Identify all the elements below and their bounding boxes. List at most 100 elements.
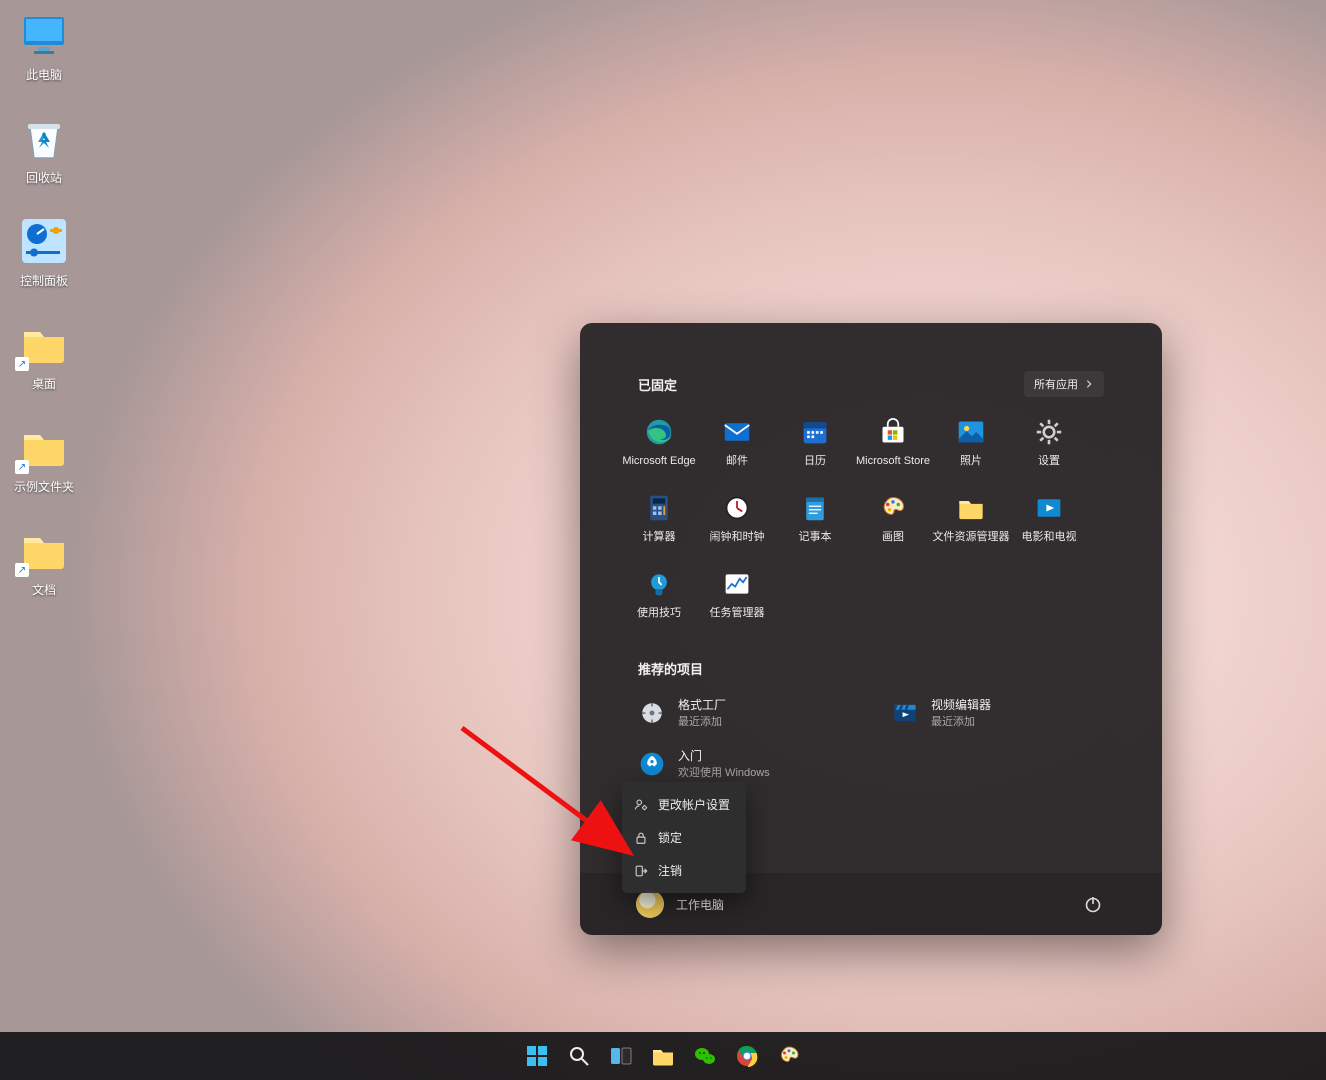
photos-icon: [956, 417, 986, 447]
movies-icon: [1034, 493, 1064, 523]
pinned-app-mail[interactable]: 邮件: [698, 417, 776, 467]
pinned-app-notepad[interactable]: 记事本: [776, 493, 854, 543]
desktop-icon-recycle-bin[interactable]: 回收站: [4, 113, 84, 186]
gear-icon: [1034, 417, 1064, 447]
user-name: 工作电脑: [676, 896, 724, 913]
desktop-icon-label: 文档: [32, 581, 56, 598]
desktop-icon-label: 控制面板: [20, 272, 68, 289]
lock-icon: [634, 831, 648, 845]
desktop-icon-desktop-fold[interactable]: ↗ 桌面: [4, 319, 84, 392]
edge-icon: [644, 417, 674, 447]
pinned-app-label: 邮件: [726, 455, 748, 467]
pinned-app-label: 任务管理器: [710, 607, 765, 619]
pinned-app-label: 计算器: [643, 531, 676, 543]
notepad-icon: [800, 493, 830, 523]
desktop-icon-label: 桌面: [32, 375, 56, 392]
chevron-right-icon: [1084, 379, 1094, 389]
pinned-app-settings[interactable]: 设置: [1010, 417, 1088, 467]
taskmgr-icon: [722, 569, 752, 599]
pinned-app-paint[interactable]: 画图: [854, 493, 932, 543]
taskview-icon: [609, 1044, 633, 1068]
taskbar-explorer-button[interactable]: [648, 1041, 678, 1071]
user-avatar-icon: [636, 890, 664, 918]
power-button[interactable]: [1080, 891, 1106, 917]
desktop-icon-docs-fold[interactable]: ↗ 文档: [4, 525, 84, 598]
chrome-icon: [735, 1044, 759, 1068]
pinned-app-tips[interactable]: 使用技巧: [620, 569, 698, 619]
pinned-app-explorer[interactable]: 文件资源管理器: [932, 493, 1010, 543]
paint-icon: [878, 493, 908, 523]
shortcut-overlay-icon: ↗: [15, 563, 29, 577]
pinned-app-label: 照片: [960, 455, 982, 467]
pinned-app-label: 设置: [1038, 455, 1060, 467]
desktop-icon-this-pc[interactable]: 此电脑: [4, 10, 84, 83]
controlpanel-icon: [17, 216, 71, 266]
pinned-app-label: Microsoft Edge: [622, 455, 695, 467]
pinned-app-label: 电影和电视: [1022, 531, 1077, 543]
folder-icon: ↗: [17, 319, 71, 369]
pinned-app-label: 画图: [882, 531, 904, 543]
recommended-name: 格式工厂: [678, 696, 726, 713]
recommended-item-formatfactory[interactable]: 格式工厂 最近添加: [638, 696, 851, 729]
pinned-app-label: Microsoft Store: [856, 455, 930, 467]
menu-lock[interactable]: 锁定: [622, 821, 746, 854]
pinned-app-label: 记事本: [799, 531, 832, 543]
recyclebin-icon: [17, 113, 71, 163]
pinned-app-calc[interactable]: 计算器: [620, 493, 698, 543]
recommended-grid: 格式工厂 最近添加 视频编辑器 最近添加 入门 欢迎使用 Windows: [638, 696, 1104, 780]
taskbar-start-button[interactable]: [522, 1041, 552, 1071]
sign-out-icon: [634, 864, 648, 878]
desktop-icon-label: 回收站: [26, 169, 62, 186]
recommended-sub: 最近添加: [678, 713, 726, 729]
user-account-button[interactable]: 工作电脑: [636, 890, 724, 918]
pinned-app-photos[interactable]: 照片: [932, 417, 1010, 467]
gear-cd-icon: [638, 699, 666, 727]
desktop-icon-label: 示例文件夹: [14, 478, 74, 495]
shortcut-overlay-icon: ↗: [15, 357, 29, 371]
recommended-name: 入门: [678, 747, 770, 764]
clapper-icon: [891, 699, 919, 727]
pinned-app-calendar[interactable]: 日历: [776, 417, 854, 467]
taskbar-search-button[interactable]: [564, 1041, 594, 1071]
taskbar: [0, 1032, 1326, 1080]
rocket-icon: [638, 750, 666, 778]
folder-icon: [651, 1044, 675, 1068]
pinned-app-movies[interactable]: 电影和电视: [1010, 493, 1088, 543]
winlogo-icon: [525, 1044, 549, 1068]
wechat-icon: [693, 1044, 717, 1068]
desktop-icon-sample-fold[interactable]: ↗ 示例文件夹: [4, 422, 84, 495]
store-icon: [878, 417, 908, 447]
pinned-app-label: 闹钟和时钟: [710, 531, 765, 543]
magnify-icon: [567, 1044, 591, 1068]
user-account-menu: 更改帐户设置 锁定 注销: [622, 782, 746, 893]
pinned-title: 已固定: [638, 375, 677, 394]
bulb-icon: [644, 569, 674, 599]
pinned-app-clock[interactable]: 闹钟和时钟: [698, 493, 776, 543]
recommended-item-videoeditor[interactable]: 视频编辑器 最近添加: [891, 696, 1104, 729]
recommended-sub: 最近添加: [931, 713, 991, 729]
pinned-app-taskmgr[interactable]: 任务管理器: [698, 569, 776, 619]
desktop-icon-control-panel[interactable]: 控制面板: [4, 216, 84, 289]
taskbar-wechat-button[interactable]: [690, 1041, 720, 1071]
recommended-item-getstarted[interactable]: 入门 欢迎使用 Windows: [638, 747, 851, 780]
paint-icon: [777, 1044, 801, 1068]
clock-icon: [722, 493, 752, 523]
menu-sign-out[interactable]: 注销: [622, 854, 746, 887]
pinned-app-label: 文件资源管理器: [933, 531, 1010, 543]
folder-icon: [956, 493, 986, 523]
recommended-name: 视频编辑器: [931, 696, 991, 713]
folder-icon: ↗: [17, 422, 71, 472]
thispc-icon: [17, 10, 71, 60]
pinned-app-store[interactable]: Microsoft Store: [854, 417, 932, 467]
pinned-app-label: 使用技巧: [637, 607, 681, 619]
taskbar-paint-button[interactable]: [774, 1041, 804, 1071]
shortcut-overlay-icon: ↗: [15, 460, 29, 474]
all-apps-button[interactable]: 所有应用: [1024, 371, 1104, 397]
calculator-icon: [644, 493, 674, 523]
pinned-apps-grid: Microsoft Edge 邮件 日历 Microsoft Store 照片 …: [620, 417, 1104, 619]
calendar-icon: [800, 417, 830, 447]
pinned-app-edge[interactable]: Microsoft Edge: [620, 417, 698, 467]
taskbar-chrome-button[interactable]: [732, 1041, 762, 1071]
taskbar-taskview-button[interactable]: [606, 1041, 636, 1071]
menu-change-account[interactable]: 更改帐户设置: [622, 788, 746, 821]
